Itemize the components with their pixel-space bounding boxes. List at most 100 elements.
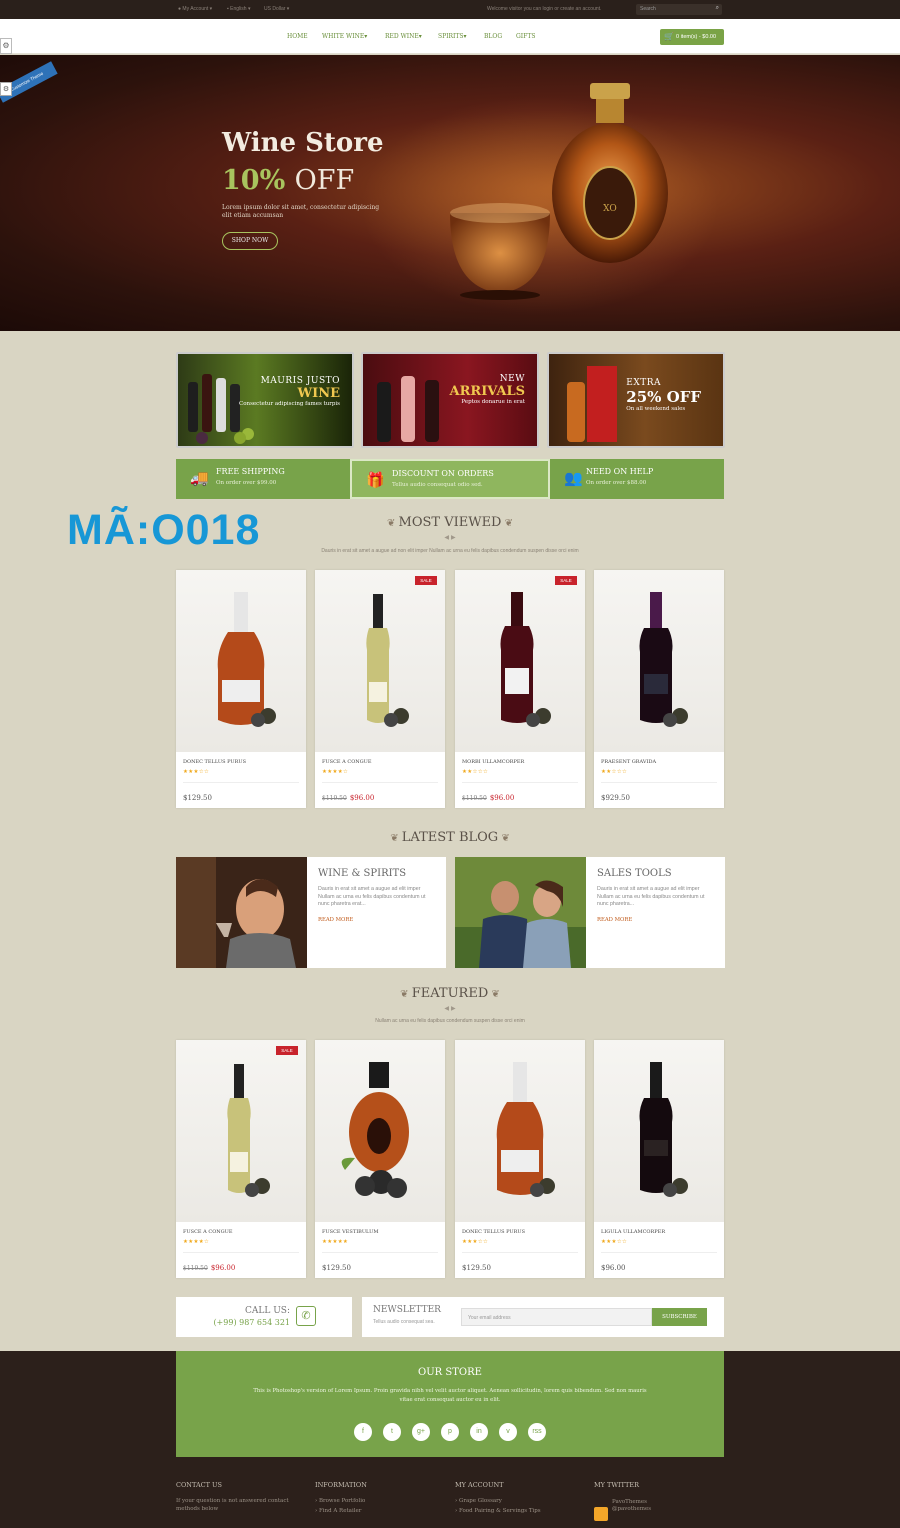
search-input[interactable]: Search	[640, 6, 656, 12]
rss-icon[interactable]: rss	[528, 1423, 546, 1441]
featured-pager[interactable]: ◀ ▶	[0, 1005, 900, 1012]
product-card[interactable]: FUSCE VESTIBULUM ★★★★★ $129.50	[315, 1040, 445, 1278]
email-input[interactable]: Your email address	[461, 1308, 652, 1326]
nav-white-wine[interactable]: WHITE WINE▾	[322, 33, 367, 40]
product-name[interactable]: PRAESENT GRAVIDA	[601, 759, 656, 765]
divider	[601, 782, 717, 783]
most-viewed-pager[interactable]: ◀ ▶	[0, 534, 900, 541]
product-name[interactable]: FUSCE A CONGUE	[183, 1229, 233, 1235]
product-price-value: $929.50	[601, 794, 630, 802]
footer-heading: MY ACCOUNT	[455, 1481, 504, 1489]
my-account-dropdown[interactable]: ● My Account ▾	[178, 6, 212, 12]
promo-arrivals-bottles-image	[377, 376, 439, 442]
promo-banner-new-arrivals[interactable]: NEW ARRIVALS Peptos donarue in erat	[361, 352, 539, 448]
product-name[interactable]: DONEC TELLUS PURUS	[462, 1229, 525, 1235]
product-rating: ★★☆☆☆	[601, 769, 628, 775]
vimeo-icon[interactable]: v	[499, 1423, 517, 1441]
promo-banner-wine[interactable]: MAURIS JUSTO WINE Consectetur adipiscing…	[176, 352, 354, 448]
twitter-handle-name[interactable]: PavoThemes	[612, 1499, 647, 1505]
product-rating: ★★★☆☆	[462, 1239, 489, 1245]
twitter-icon[interactable]: t	[383, 1423, 401, 1441]
nav-home[interactable]: HOME	[287, 33, 308, 40]
product-image[interactable]	[455, 1040, 585, 1222]
product-name[interactable]: FUSCE VESTIBULUM	[322, 1229, 378, 1235]
product-name[interactable]: DONEC TELLUS PURUS	[183, 759, 246, 765]
truck-icon: 🚚	[190, 469, 209, 487]
divider	[462, 782, 578, 783]
service-discount: 🎁 DISCOUNT ON ORDERS Tellus audio conseq…	[350, 459, 550, 499]
promo-wine-line3: Consectetur adipiscing fames turpis	[239, 401, 340, 407]
product-rating: ★★★☆☆	[601, 1239, 628, 1245]
product-card[interactable]: SALE FUSCE A CONGUE ★★★★☆ $119.50 $96.00	[315, 570, 445, 808]
sale-badge: SALE	[276, 1046, 298, 1055]
customize-gear-icon[interactable]: ⚙	[0, 82, 12, 96]
sale-badge: SALE	[415, 576, 437, 585]
promo-banner-extra-off[interactable]: EXTRA 25% OFF On all weekend sales	[547, 352, 725, 448]
footer: OUR STORE This is Photoshop's version of…	[0, 1351, 900, 1528]
google-plus-icon[interactable]: g+	[412, 1423, 430, 1441]
our-store-box: OUR STORE This is Photoshop's version of…	[176, 1351, 724, 1457]
product-image[interactable]	[315, 1040, 445, 1222]
product-card[interactable]: PRAESENT GRAVIDA ★★☆☆☆ $929.50	[594, 570, 724, 808]
product-image[interactable]	[594, 570, 724, 752]
promo-wine-line1: MAURIS JUSTO	[260, 376, 340, 386]
product-name[interactable]: LIGULA ULLAMCORPER	[601, 1229, 665, 1235]
search-box[interactable]: Search ⌕	[636, 4, 722, 15]
read-more-link[interactable]: READ MORE	[597, 917, 632, 923]
pinterest-icon[interactable]: p	[441, 1423, 459, 1441]
footer-link[interactable]: › Grape Glossary	[455, 1497, 585, 1505]
product-card[interactable]: DONEC TELLUS PURUS ★★★☆☆ $129.50	[455, 1040, 585, 1278]
service-free-shipping: 🚚 FREE SHIPPING On order over $99.00	[176, 459, 350, 499]
product-image[interactable]: SALE	[455, 570, 585, 752]
footer-heading: INFORMATION	[315, 1481, 367, 1489]
blog-post-title[interactable]: SALES TOOLS	[597, 868, 672, 879]
settings-gear-icon[interactable]: ⚙	[0, 38, 12, 54]
twitter-handle[interactable]: @pavothemes	[612, 1506, 651, 1512]
product-image[interactable]: SALE	[176, 1040, 306, 1222]
linkedin-icon[interactable]: in	[470, 1423, 488, 1441]
cart-icon: 🛒	[664, 32, 674, 41]
product-image[interactable]: SALE	[315, 570, 445, 752]
tweet: PavoThemes @pavothemes	[594, 1499, 724, 1513]
language-dropdown[interactable]: ▪ English ▾	[227, 6, 250, 12]
blog-post-title[interactable]: WINE & SPIRITS	[318, 868, 406, 879]
product-price-value: $96.00	[489, 794, 515, 802]
product-card[interactable]: SALE FUSCE A CONGUE ★★★★☆ $119.50 $96.00	[176, 1040, 306, 1278]
phone-number[interactable]: (+99) 987 654 321	[213, 1318, 290, 1327]
currency-dropdown[interactable]: US Dollar ▾	[264, 6, 289, 12]
promo-extra-bottle-image	[567, 366, 617, 442]
currency-label: US Dollar	[264, 6, 286, 12]
product-image[interactable]	[176, 570, 306, 752]
shop-now-button[interactable]: SHOP NOW	[222, 232, 278, 250]
subscribe-button[interactable]: SUBSCRIBE	[652, 1308, 707, 1326]
nav-red-wine-label: RED WINE	[385, 33, 419, 40]
product-old-price: $119.50	[462, 795, 487, 802]
product-price-value: $129.50	[183, 794, 212, 802]
product-name[interactable]: FUSCE A CONGUE	[322, 759, 372, 765]
nav-gifts[interactable]: GIFTS	[516, 33, 535, 40]
footer-link[interactable]: › Browse Portfolio	[315, 1497, 445, 1505]
nav-spirits[interactable]: SPIRITS▾	[438, 33, 467, 40]
twitter-avatar[interactable]	[594, 1507, 608, 1521]
nav-blog[interactable]: BLOG	[484, 33, 502, 40]
product-name[interactable]: MORBI ULLAMCORPER	[462, 759, 524, 765]
facebook-icon[interactable]: f	[354, 1423, 372, 1441]
cognac-bottle-image	[496, 1062, 555, 1197]
cognac-decanter-image	[341, 1062, 409, 1198]
footer-link[interactable]: › Food Pairing & Servings Tips	[455, 1507, 585, 1515]
most-viewed-title: MOST VIEWED	[398, 515, 502, 530]
cart-button[interactable]: 🛒 0 item(s) - $0.00	[660, 29, 724, 45]
blog-photo-wine-tasting[interactable]	[176, 857, 307, 968]
featured-heading: ❦ FEATURED ❦	[0, 986, 900, 1001]
product-image[interactable]	[594, 1040, 724, 1222]
nav-red-wine[interactable]: RED WINE▾	[385, 33, 422, 40]
read-more-link[interactable]: READ MORE	[318, 917, 353, 923]
product-card[interactable]: DONEC TELLUS PURUS ★★★☆☆ $129.50	[176, 570, 306, 808]
search-icon[interactable]: ⌕	[716, 5, 719, 12]
product-old-price: $119.50	[322, 795, 347, 802]
footer-link[interactable]: › Find A Retailer	[315, 1507, 445, 1515]
product-card[interactable]: LIGULA ULLAMCORPER ★★★☆☆ $96.00	[594, 1040, 724, 1278]
hero-discount-value: 10%	[222, 165, 286, 196]
product-card[interactable]: SALE MORBI ULLAMCORPER ★★☆☆☆ $119.50 $96.…	[455, 570, 585, 808]
blog-photo-couple[interactable]	[455, 857, 586, 968]
